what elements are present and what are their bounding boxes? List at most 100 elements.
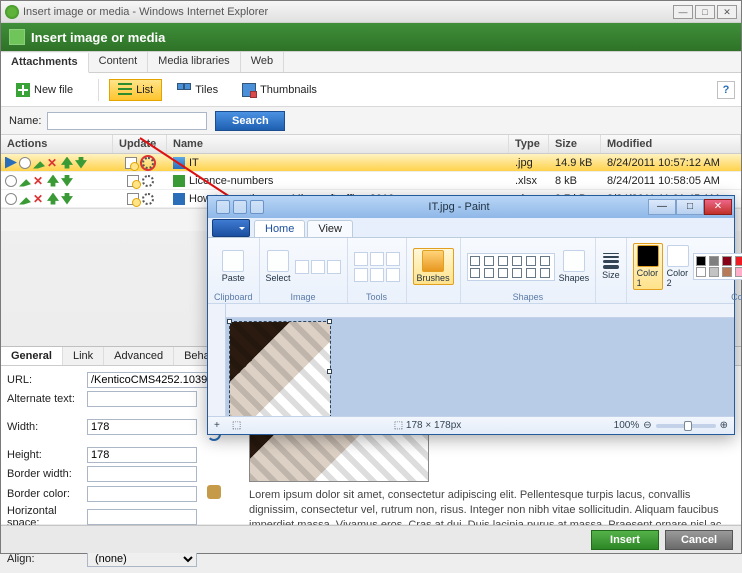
view-icon[interactable]	[5, 193, 17, 205]
color2-button[interactable]: Color 2	[667, 245, 689, 288]
upload-icon[interactable]	[127, 175, 139, 187]
insert-button[interactable]: Insert	[591, 530, 659, 550]
paint-tab-view[interactable]: View	[307, 220, 353, 237]
paste-button[interactable]: Paste	[222, 250, 245, 283]
palette-swatch[interactable]	[696, 267, 706, 277]
ptab-general[interactable]: General	[1, 347, 63, 365]
paint-max-button[interactable]: □	[676, 199, 704, 215]
view-icon[interactable]	[5, 175, 17, 187]
col-size[interactable]: Size	[549, 135, 601, 153]
edit-icon[interactable]	[33, 157, 45, 169]
view-list-button[interactable]: List	[109, 79, 162, 101]
qat-redo-icon[interactable]	[250, 200, 264, 214]
help-button[interactable]: ?	[717, 81, 735, 99]
pencil-icon[interactable]	[354, 252, 368, 266]
grid-row[interactable]: ✕ IT .jpg 14.9 kB 8/24/2011 10:57:12 AM	[1, 154, 741, 172]
tab-media-libraries[interactable]: Media libraries	[148, 52, 241, 72]
ie-max-button[interactable]: □	[695, 5, 715, 19]
palette-swatch[interactable]	[735, 267, 742, 277]
paint-file-button[interactable]	[212, 219, 250, 237]
move-down-icon[interactable]	[61, 175, 73, 187]
ptab-link[interactable]: Link	[63, 347, 104, 365]
resize-handle[interactable]	[327, 369, 332, 374]
tab-content[interactable]: Content	[89, 52, 149, 72]
delete-icon[interactable]: ✕	[47, 157, 59, 169]
ie-min-button[interactable]: —	[673, 5, 693, 19]
edit-external-icon[interactable]	[142, 157, 154, 169]
resize-handle[interactable]	[227, 319, 232, 324]
zoom-slider[interactable]	[656, 424, 716, 428]
paint-tab-home[interactable]: Home	[254, 220, 305, 237]
delete-icon[interactable]: ✕	[33, 175, 45, 187]
col-type[interactable]: Type	[509, 135, 549, 153]
palette-swatch[interactable]	[722, 267, 732, 277]
resize-handle[interactable]	[327, 319, 332, 324]
move-down-icon[interactable]	[75, 157, 87, 169]
paint-canvas[interactable]	[226, 318, 734, 416]
paint-close-button[interactable]: ✕	[704, 199, 732, 215]
magnify-icon[interactable]	[386, 268, 400, 282]
url-input[interactable]	[87, 372, 217, 388]
palette-swatch[interactable]	[709, 256, 719, 266]
crop-icon[interactable]	[295, 260, 309, 274]
delete-icon[interactable]: ✕	[33, 193, 45, 205]
select-button[interactable]: Select	[266, 250, 291, 283]
ptab-advanced[interactable]: Advanced	[104, 347, 174, 365]
edit-icon[interactable]	[19, 175, 31, 187]
qat-undo-icon[interactable]	[233, 200, 247, 214]
grid-row[interactable]: ✕ Licence-numbers .xlsx 8 kB 8/24/2011 1…	[1, 172, 741, 190]
tab-attachments[interactable]: Attachments	[1, 53, 89, 73]
edit-external-icon[interactable]	[142, 193, 154, 205]
color-picker-icon[interactable]	[207, 485, 221, 499]
border-color-input[interactable]	[87, 486, 197, 502]
alt-input[interactable]	[87, 391, 197, 407]
move-up-icon[interactable]	[47, 175, 59, 187]
move-up-icon[interactable]	[61, 157, 73, 169]
col-actions[interactable]: Actions	[1, 135, 113, 153]
zoom-thumb[interactable]	[684, 421, 692, 431]
fill-icon[interactable]	[370, 252, 384, 266]
zoom-out-button[interactable]: ⊖	[643, 420, 651, 431]
view-tiles-button[interactable]: Tiles	[168, 79, 227, 101]
move-down-icon[interactable]	[61, 193, 73, 205]
paint-min-button[interactable]: —	[648, 199, 676, 215]
cancel-button[interactable]: Cancel	[665, 530, 733, 550]
edit-external-icon[interactable]	[142, 175, 154, 187]
upload-icon[interactable]	[125, 157, 137, 169]
text-icon[interactable]	[386, 252, 400, 266]
eraser-icon[interactable]	[354, 268, 368, 282]
hspace-input[interactable]	[87, 509, 197, 525]
shapes-button[interactable]: Shapes	[559, 250, 590, 283]
border-width-input[interactable]	[87, 466, 197, 482]
palette-swatch[interactable]	[709, 267, 719, 277]
qat-save-icon[interactable]	[216, 200, 230, 214]
upload-icon[interactable]	[127, 193, 139, 205]
col-update[interactable]: Update	[113, 135, 167, 153]
view-icon[interactable]	[19, 157, 31, 169]
brushes-button[interactable]: Brushes	[413, 248, 454, 285]
shapes-gallery[interactable]	[467, 253, 555, 281]
view-thumbnails-button[interactable]: Thumbnails	[233, 79, 326, 101]
select-icon[interactable]	[5, 157, 17, 169]
rotate-icon[interactable]	[327, 260, 341, 274]
width-input[interactable]	[87, 419, 197, 435]
resize-icon[interactable]	[311, 260, 325, 274]
align-select[interactable]: (none)	[87, 551, 197, 567]
tab-web[interactable]: Web	[241, 52, 284, 72]
size-button[interactable]: Size	[602, 253, 620, 280]
picker-icon[interactable]	[370, 268, 384, 282]
palette-swatch[interactable]	[722, 256, 732, 266]
canvas-image[interactable]	[230, 322, 330, 416]
edit-icon[interactable]	[19, 193, 31, 205]
ie-close-button[interactable]: ✕	[717, 5, 737, 19]
height-input[interactable]	[87, 447, 197, 463]
col-name[interactable]: Name	[167, 135, 509, 153]
color-palette[interactable]	[693, 253, 742, 280]
col-modified[interactable]: Modified	[601, 135, 741, 153]
color1-button[interactable]: Color 1	[633, 243, 663, 290]
search-button[interactable]: Search	[215, 111, 285, 131]
new-file-button[interactable]: New file	[7, 79, 82, 101]
palette-swatch[interactable]	[735, 256, 742, 266]
zoom-in-button[interactable]: ⊕	[720, 420, 728, 431]
move-up-icon[interactable]	[47, 193, 59, 205]
